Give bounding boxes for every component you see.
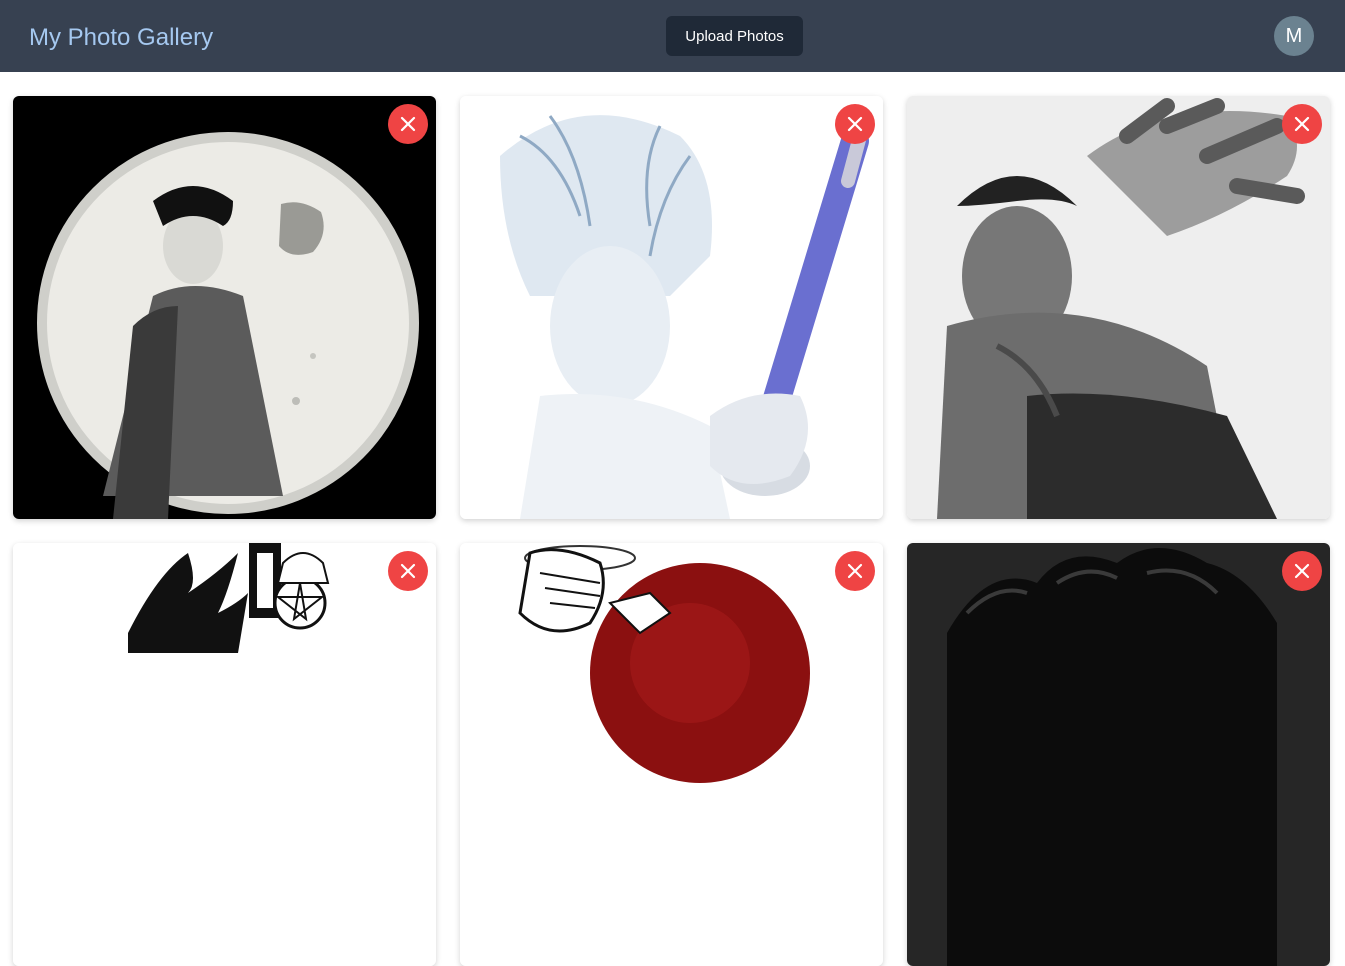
close-icon xyxy=(400,116,416,132)
photo-card[interactable] xyxy=(907,96,1330,519)
page-title: My Photo Gallery xyxy=(29,24,214,51)
avatar[interactable]: M xyxy=(1274,16,1314,56)
photo-card[interactable] xyxy=(907,543,1330,966)
photo-card[interactable] xyxy=(460,543,883,966)
close-icon xyxy=(1294,563,1310,579)
photo-thumbnail xyxy=(460,96,883,519)
photo-thumbnail xyxy=(907,96,1330,519)
close-icon xyxy=(847,116,863,132)
delete-photo-button[interactable] xyxy=(835,551,875,591)
photo-card[interactable] xyxy=(13,96,436,519)
close-icon xyxy=(1294,116,1310,132)
photo-thumbnail xyxy=(13,543,436,966)
delete-photo-button[interactable] xyxy=(835,104,875,144)
photo-thumbnail xyxy=(13,96,436,519)
delete-photo-button[interactable] xyxy=(388,551,428,591)
app-header: My Photo Gallery Upload Photos M xyxy=(0,0,1345,72)
photo-thumbnail xyxy=(460,543,883,966)
close-icon xyxy=(847,563,863,579)
delete-photo-button[interactable] xyxy=(1282,104,1322,144)
upload-photos-button[interactable]: Upload Photos xyxy=(666,16,803,56)
photo-card[interactable] xyxy=(13,543,436,966)
delete-photo-button[interactable] xyxy=(388,104,428,144)
close-icon xyxy=(400,563,416,579)
delete-photo-button[interactable] xyxy=(1282,551,1322,591)
photo-thumbnail xyxy=(907,543,1330,966)
photo-card[interactable] xyxy=(460,96,883,519)
